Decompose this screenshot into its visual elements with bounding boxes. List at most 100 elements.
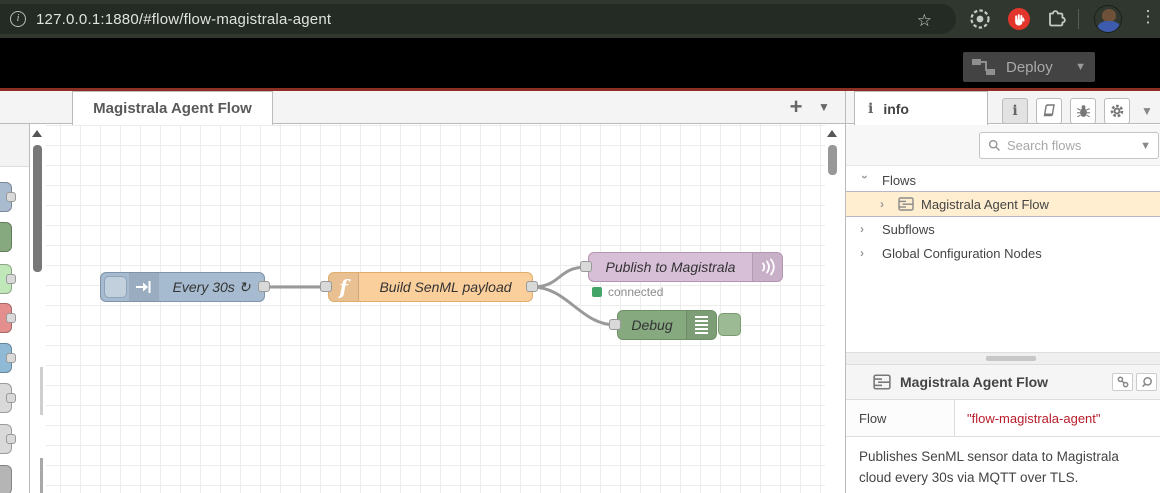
- palette-scrollbar[interactable]: [33, 145, 42, 272]
- tree-item-flows[interactable]: › Flows: [846, 168, 1160, 192]
- inject-output-port[interactable]: [258, 281, 270, 292]
- mqtt-input-port[interactable]: [580, 261, 592, 272]
- search-flows-box[interactable]: ▼: [979, 132, 1159, 159]
- palette-node-stub[interactable]: [0, 465, 12, 493]
- sidebar-config-button[interactable]: [1104, 98, 1130, 124]
- mqtt-node-label: Publish to Magistrala: [605, 259, 736, 275]
- flow-icon: [873, 374, 891, 390]
- splitter-drag-handle[interactable]: [986, 356, 1036, 361]
- mqtt-status: connected: [592, 285, 663, 299]
- property-value[interactable]: "flow-magistrala-agent": [955, 400, 1160, 436]
- palette-search-area: [0, 124, 29, 167]
- selected-flow-label: Magistrala Agent Flow: [921, 196, 1049, 212]
- search-icon: [988, 139, 1001, 152]
- add-flow-button[interactable]: +: [785, 96, 807, 118]
- mqtt-out-node[interactable]: Publish to Magistrala: [588, 252, 783, 282]
- function-input-port[interactable]: [320, 281, 332, 292]
- deploy-options-caret-icon[interactable]: ▼: [1075, 61, 1086, 73]
- sidebar-splitter: [846, 352, 1160, 365]
- debug-toggle-button[interactable]: [718, 313, 741, 336]
- bug-icon: [1076, 104, 1090, 117]
- canvas-left-scrollbar[interactable]: [40, 367, 43, 415]
- deploy-button[interactable]: Deploy ▼: [963, 52, 1095, 82]
- chevron-down-icon[interactable]: ›: [858, 175, 872, 185]
- debug-lines-icon: [686, 311, 716, 339]
- copy-link-button[interactable]: [1112, 373, 1133, 391]
- tab-info[interactable]: i info: [854, 91, 988, 125]
- canvas-scrollbar[interactable]: [828, 145, 837, 175]
- function-node-label: Build SenML payload: [379, 279, 512, 295]
- zoom-to-flow-button[interactable]: [1136, 373, 1157, 391]
- adblock-hand-icon[interactable]: [1008, 8, 1030, 30]
- search-options-caret-icon[interactable]: ▼: [1140, 140, 1151, 152]
- sidebar-tabs-caret-icon[interactable]: ▼: [1141, 104, 1153, 118]
- palette-node-stub[interactable]: [0, 222, 12, 252]
- function-output-port[interactable]: [526, 281, 538, 292]
- palette-node-port: [6, 274, 16, 284]
- tab-magistrala-agent-flow[interactable]: Magistrala Agent Flow: [72, 91, 273, 125]
- profile-avatar[interactable]: [1094, 5, 1122, 33]
- wires-layer: [262, 265, 618, 327]
- inject-trigger-button[interactable]: [104, 276, 127, 298]
- sidebar-info-button[interactable]: i: [1002, 98, 1028, 124]
- address-bar[interactable]: i 127.0.0.1:1880/#flow/flow-magistrala-a…: [0, 4, 956, 34]
- chevron-right-icon[interactable]: ›: [860, 246, 870, 260]
- browser-menu-icon[interactable]: ⋮: [1136, 7, 1160, 27]
- property-key: Flow: [846, 400, 955, 436]
- debug-node-label: Debug: [631, 317, 673, 333]
- flow-description: Publishes SenML sensor data to Magistral…: [859, 449, 1119, 485]
- wire-function-mqtt[interactable]: [530, 265, 589, 289]
- debug-node[interactable]: Debug: [617, 310, 717, 340]
- sidebar-help-button[interactable]: [1036, 98, 1062, 124]
- debug-input-port[interactable]: [609, 319, 621, 330]
- palette-node-stub[interactable]: [0, 383, 16, 413]
- tab-list-caret-icon[interactable]: ▼: [818, 100, 830, 114]
- palette-node-port: [6, 353, 16, 363]
- repeat-icon: ↻: [238, 278, 251, 295]
- info-panel-header: Magistrala Agent Flow: [846, 365, 1160, 400]
- extensions-puzzle-icon[interactable]: [1046, 8, 1067, 29]
- bookmark-star-icon[interactable]: ☆: [917, 11, 932, 31]
- tree-item-subflows[interactable]: › Subflows: [846, 217, 1160, 241]
- palette-node-stub[interactable]: [0, 264, 16, 294]
- site-info-icon[interactable]: i: [10, 11, 26, 27]
- sidebar-debug-button[interactable]: [1070, 98, 1096, 124]
- node-red-editor-window: i 127.0.0.1:1880/#flow/flow-magistrala-a…: [0, 0, 1160, 493]
- url-text[interactable]: 127.0.0.1:1880/#flow/flow-magistrala-age…: [36, 11, 331, 28]
- canvas-scroll-up-arrow[interactable]: [827, 130, 837, 137]
- palette-node-stub[interactable]: [0, 424, 16, 454]
- mqtt-publish-icon: [752, 253, 782, 281]
- palette-node-port: [6, 313, 16, 323]
- palette-node-stub[interactable]: [0, 182, 16, 212]
- deploy-label: Deploy: [1006, 58, 1053, 76]
- inject-node[interactable]: Every 30s ↻: [100, 272, 265, 302]
- inject-node-label: Every 30s ↻: [172, 278, 251, 295]
- global-config-label: Global Configuration Nodes: [882, 245, 1042, 261]
- flow-property-row: Flow "flow-magistrala-agent": [846, 400, 1160, 437]
- function-icon: f: [329, 273, 359, 301]
- toolbar-divider: [1078, 9, 1079, 29]
- canvas-left-scrollbar-thumb[interactable]: [40, 458, 43, 493]
- tree-item-global-config[interactable]: › Global Configuration Nodes: [846, 241, 1160, 265]
- book-icon: [1043, 104, 1055, 117]
- palette-node-stub[interactable]: [0, 343, 16, 373]
- extension-circle-icon[interactable]: [969, 8, 991, 30]
- browser-toolbar: i 127.0.0.1:1880/#flow/flow-magistrala-a…: [0, 0, 1160, 38]
- chevron-right-icon[interactable]: ›: [860, 222, 870, 236]
- chevron-right-icon[interactable]: ›: [880, 197, 890, 211]
- inject-icon: [129, 273, 159, 301]
- gear-icon: [1110, 104, 1124, 118]
- sidebar: i info i ▼ Search flows ▼ › Flows › Magi…: [845, 91, 1160, 493]
- tree-item-magistrala-agent-flow[interactable]: › Magistrala Agent Flow: [846, 191, 1160, 217]
- palette-scroll-up-arrow[interactable]: [32, 130, 42, 137]
- info-icon: i: [1012, 103, 1018, 119]
- search-flows-input[interactable]: [1007, 138, 1141, 153]
- node-palette: [0, 124, 30, 493]
- palette-node-port: [6, 192, 16, 202]
- link-icon: [1117, 376, 1128, 388]
- status-connected-dot: [592, 287, 602, 297]
- palette-node-port: [6, 434, 16, 444]
- palette-node-stub[interactable]: [0, 303, 16, 333]
- flow-icon: [898, 197, 914, 211]
- function-node[interactable]: f Build SenML payload: [328, 272, 533, 302]
